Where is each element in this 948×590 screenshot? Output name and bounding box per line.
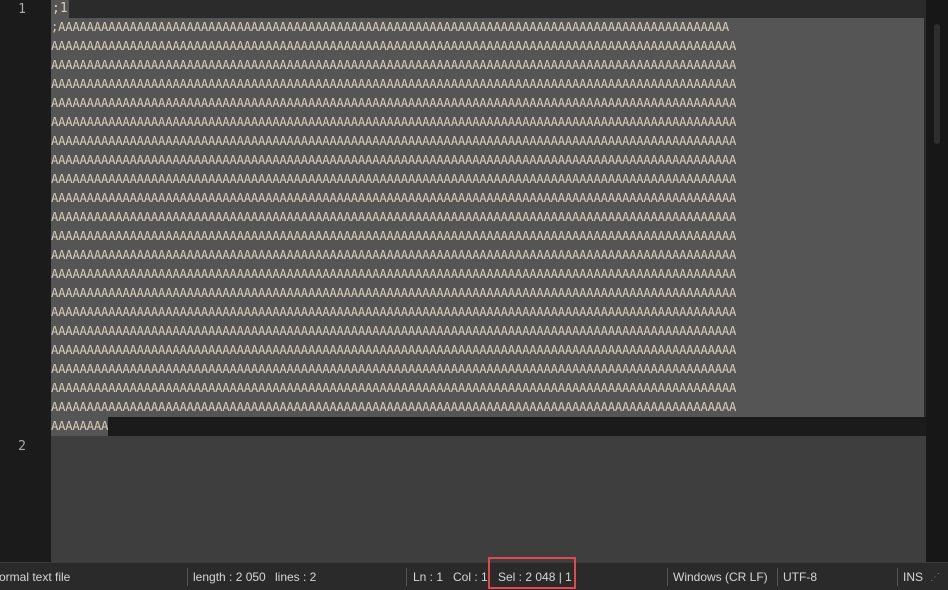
wrapped-text-row: AAAAAAAAAAAAAAAAAAAAAAAAAAAAAAAAAAAAAAAA… xyxy=(51,305,737,319)
vertical-scrollbar[interactable] xyxy=(926,0,948,562)
status-divider xyxy=(777,568,778,586)
selection-info-highlight-box xyxy=(488,557,576,589)
cursor-column[interactable]: Col : 1 xyxy=(453,570,488,584)
resize-grip-icon[interactable]: ⋰ xyxy=(930,572,942,584)
wrapped-text-row: AAAAAAAAAAAAAAAAAAAAAAAAAAAAAAAAAAAAAAAA… xyxy=(51,248,737,262)
wrapped-text-row: AAAAAAAAAAAAAAAAAAAAAAAAAAAAAAAAAAAAAAAA… xyxy=(51,134,737,148)
scrollbar-thumb[interactable] xyxy=(934,24,940,144)
wrapped-text-row: ;AAAAAAAAAAAAAAAAAAAAAAAAAAAAAAAAAAAAAAA… xyxy=(51,20,730,34)
wrapped-text-row: AAAAAAAAAAAAAAAAAAAAAAAAAAAAAAAAAAAAAAAA… xyxy=(51,267,737,281)
selected-wrapped-text: ;AAAAAAAAAAAAAAAAAAAAAAAAAAAAAAAAAAAAAAA… xyxy=(51,18,924,417)
wrapped-text-row: AAAAAAAAAAAAAAAAAAAAAAAAAAAAAAAAAAAAAAAA… xyxy=(51,58,737,72)
status-bar: ormal text file length : 2 050 lines : 2… xyxy=(0,557,948,590)
wrapped-text-row: AAAAAAAAAAAAAAAAAAAAAAAAAAAAAAAAAAAAAAAA… xyxy=(51,362,737,376)
wrapped-text-row: AAAAAAAAAAAAAAAAAAAAAAAAAAAAAAAAAAAAAAAA… xyxy=(51,96,737,110)
wrapped-text-row: AAAAAAAAAAAAAAAAAAAAAAAAAAAAAAAAAAAAAAAA… xyxy=(51,210,737,224)
line1-wrap-gap xyxy=(51,417,926,436)
wrapped-text-row: AAAAAAAAAAAAAAAAAAAAAAAAAAAAAAAAAAAAAAAA… xyxy=(51,343,737,357)
document-lines: lines : 2 xyxy=(275,570,317,584)
wrapped-text-row: AAAAAAAAAAAAAAAAAAAAAAAAAAAAAAAAAAAAAAAA… xyxy=(51,286,737,300)
file-encoding[interactable]: UTF-8 xyxy=(783,570,817,584)
file-type-label[interactable]: ormal text file xyxy=(0,570,70,584)
wrapped-text-row: AAAAAAAAAAAAAAAAAAAAAAAAAAAAAAAAAAAAAAAA… xyxy=(51,229,737,243)
wrapped-text-row: AAAAAAAAAAAAAAAAAAAAAAAAAAAAAAAAAAAAAAAA… xyxy=(51,381,737,395)
wrapped-text-row: AAAAAAAAAAAAAAAAAAAAAAAAAAAAAAAAAAAAAAAA… xyxy=(51,324,737,338)
line-number-1: 1 xyxy=(18,2,26,17)
status-divider xyxy=(406,568,407,586)
notepad-plus-plus-window: 1 2 ;1 ;AAAAAAAAAAAAAAAAAAAAAAAAAAAAAAAA… xyxy=(0,0,948,590)
wrapped-text-row: AAAAAAAAAAAAAAAAAAAAAAAAAAAAAAAAAAAAAAAA… xyxy=(51,39,737,53)
line-ending-format[interactable]: Windows (CR LF) xyxy=(673,570,768,584)
wrapped-text-row: AAAAAAAAAAAAAAAAAAAAAAAAAAAAAAAAAAAAAAAA… xyxy=(51,77,737,91)
line1-prefix-text: ;1 xyxy=(51,0,69,18)
wrapped-text-row: AAAAAAAAAAAAAAAAAAAAAAAAAAAAAAAAAAAAAAAA… xyxy=(51,172,737,186)
status-divider xyxy=(187,568,188,586)
wrapped-text-row: AAAAAAAAAAAAAAAAAAAAAAAAAAAAAAAAAAAAAAAA… xyxy=(51,191,737,205)
line-number-gutter[interactable]: 1 2 xyxy=(0,0,51,562)
status-divider xyxy=(667,568,668,586)
cursor-line[interactable]: Ln : 1 xyxy=(413,570,443,584)
document-length: length : 2 050 xyxy=(193,570,266,584)
line1-tail-text: AAAAAAAA xyxy=(51,417,108,436)
insert-mode[interactable]: INS xyxy=(903,570,923,584)
selected-line-2 xyxy=(51,436,926,562)
text-editor-area[interactable]: ;1 ;AAAAAAAAAAAAAAAAAAAAAAAAAAAAAAAAAAAA… xyxy=(51,0,926,562)
wrapped-text-row: AAAAAAAAAAAAAAAAAAAAAAAAAAAAAAAAAAAAAAAA… xyxy=(51,400,737,414)
status-divider xyxy=(897,568,898,586)
wrapped-text-row: AAAAAAAAAAAAAAAAAAAAAAAAAAAAAAAAAAAAAAAA… xyxy=(51,153,737,167)
wrapped-text-row: AAAAAAAAAAAAAAAAAAAAAAAAAAAAAAAAAAAAAAAA… xyxy=(51,115,737,129)
line-number-2: 2 xyxy=(18,439,26,454)
